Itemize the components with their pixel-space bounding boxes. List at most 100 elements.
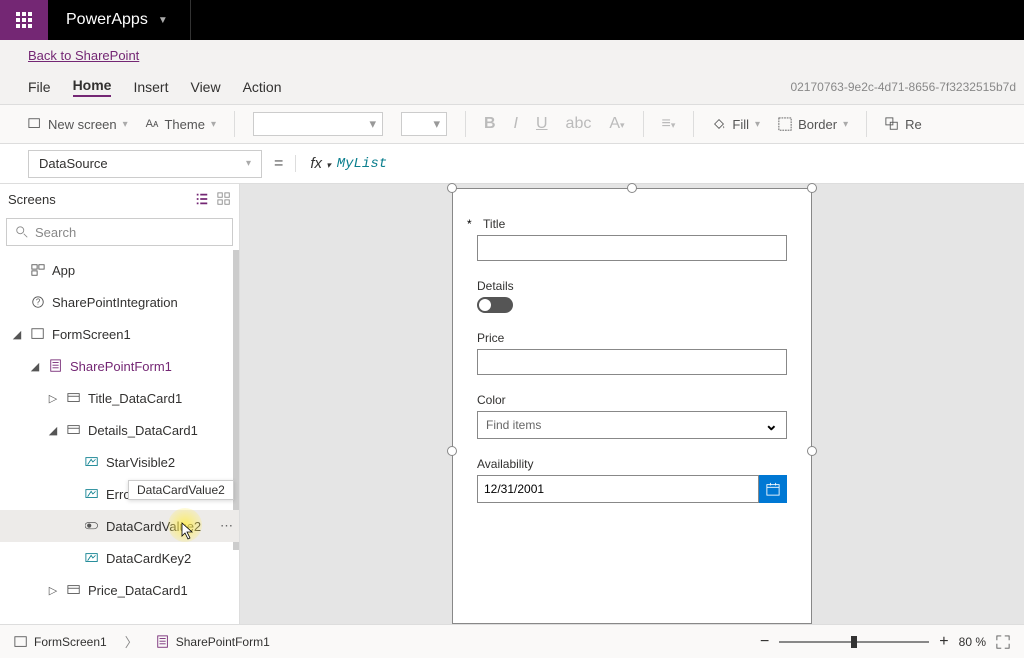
property-dropdown[interactable]: DataSource ▾	[28, 150, 262, 178]
resize-handle[interactable]	[447, 183, 457, 193]
border-button[interactable]: Border▾	[778, 117, 848, 132]
details-toggle[interactable]	[477, 297, 513, 313]
underline-button[interactable]: U	[536, 115, 548, 133]
new-screen-button[interactable]: New screen ▾	[28, 117, 128, 132]
tree-node-price-datacard[interactable]: ▷ Price_DataCard1	[0, 574, 239, 606]
screens-title: Screens	[8, 192, 56, 207]
menu-view[interactable]: View	[190, 79, 220, 95]
tree-node-sharepointform[interactable]: ◢ SharePointForm1	[0, 350, 239, 382]
chevron-down-icon: ⌄	[765, 415, 778, 435]
screens-tree: App ? SharePointIntegration ◢ FormScreen…	[0, 250, 239, 624]
datacard-icon	[66, 583, 82, 597]
border-icon	[778, 117, 792, 131]
title-input[interactable]	[477, 235, 787, 261]
chevron-down-icon: ▾	[246, 158, 251, 169]
list-view-icon[interactable]	[195, 192, 209, 206]
reorder-label: Re	[905, 117, 922, 132]
fit-screen-icon[interactable]	[996, 635, 1010, 649]
screen-icon	[30, 327, 46, 341]
fill-button[interactable]: Fill▾	[712, 117, 760, 132]
price-input[interactable]	[477, 349, 787, 375]
expand-icon[interactable]: ▷	[46, 392, 60, 405]
divider	[866, 111, 867, 137]
availability-date-picker[interactable]	[477, 475, 787, 503]
tree-node-datacardvalue[interactable]: DataCardValue2 ⋯	[0, 510, 239, 542]
tree-label: DataCardKey2	[106, 551, 191, 566]
menu-home[interactable]: Home	[73, 77, 112, 97]
resize-handle[interactable]	[627, 183, 637, 193]
breadcrumb-formscreen[interactable]: FormScreen1	[14, 635, 107, 649]
waffle-icon	[16, 12, 32, 28]
chevron-down-icon: ▾	[123, 119, 128, 130]
italic-button[interactable]: I	[514, 115, 518, 133]
datacard-icon	[66, 391, 82, 405]
tree-label: Details_DataCard1	[88, 423, 198, 438]
strikethrough-button[interactable]: abc	[566, 115, 592, 133]
chevron-down-icon: ▼	[158, 15, 168, 26]
tree-node-sharepoint-integration[interactable]: ? SharePointIntegration	[0, 286, 239, 318]
tree-node-starvisible[interactable]: StarVisible2	[0, 446, 239, 478]
font-picker[interactable]: ▾	[253, 112, 383, 136]
zoom-slider[interactable]	[779, 641, 929, 643]
expand-icon[interactable]: ◢	[10, 328, 24, 341]
expand-icon[interactable]: ▷	[46, 584, 60, 597]
tree-label: App	[52, 263, 75, 278]
menu-action[interactable]: Action	[243, 79, 282, 95]
required-asterisk: *	[467, 217, 472, 231]
breadcrumb-sharepointform[interactable]: SharePointForm1	[156, 635, 270, 649]
theme-icon: Aᴀ	[146, 118, 159, 130]
align-button[interactable]: ≡▾	[662, 115, 676, 133]
fx-icon[interactable]: fx ▾	[310, 155, 330, 172]
resize-handle[interactable]	[807, 183, 817, 193]
tree-node-errormessage[interactable]: ErrorM DataCardValue2	[0, 478, 239, 510]
menu-insert[interactable]: Insert	[133, 79, 168, 95]
tree-node-title-datacard[interactable]: ▷ Title_DataCard1	[0, 382, 239, 414]
back-to-sharepoint-link[interactable]: Back to SharePoint	[28, 48, 139, 63]
bold-button[interactable]: B	[484, 115, 496, 133]
calendar-icon[interactable]	[759, 475, 787, 503]
font-size-picker[interactable]: ▾	[401, 112, 447, 136]
tree-search-input[interactable]: Search	[6, 218, 233, 246]
screen-icon	[14, 635, 28, 649]
zoom-controls: − + 80 %	[760, 633, 1010, 651]
theme-button[interactable]: Aᴀ Theme ▾	[146, 117, 216, 132]
app-title[interactable]: PowerApps ▼	[48, 11, 186, 29]
divider	[190, 0, 191, 40]
screens-panel-header: Screens	[0, 184, 239, 214]
divider	[465, 111, 466, 137]
resize-handle[interactable]	[447, 446, 457, 456]
menu-file[interactable]: File	[28, 79, 51, 95]
new-screen-label: New screen	[48, 117, 117, 132]
date-input[interactable]	[477, 475, 759, 503]
form-icon	[156, 635, 170, 649]
divider	[643, 111, 644, 137]
tree-node-formscreen[interactable]: ◢ FormScreen1	[0, 318, 239, 350]
zoom-percent-label: 80 %	[959, 635, 986, 649]
resize-handle[interactable]	[807, 446, 817, 456]
search-icon	[15, 225, 29, 239]
formula-input[interactable]: MyList	[337, 156, 387, 172]
expand-icon[interactable]: ◢	[28, 360, 42, 373]
zoom-thumb[interactable]	[851, 636, 857, 648]
tooltip: DataCardValue2	[128, 480, 234, 500]
tree-node-details-datacard[interactable]: ◢ Details_DataCard1	[0, 414, 239, 446]
zoom-out-button[interactable]: −	[760, 633, 769, 651]
reorder-button[interactable]: Re	[885, 117, 922, 132]
title-bar: PowerApps ▼	[0, 0, 1024, 40]
equals-label: =	[274, 155, 283, 173]
color-combobox[interactable]: Find items ⌄	[477, 411, 787, 439]
tree-node-datacardkey[interactable]: DataCardKey2	[0, 542, 239, 574]
design-canvas[interactable]: * Title Details Price Color Find items ⌄…	[240, 184, 1024, 624]
more-options-button[interactable]: ⋯	[220, 518, 233, 534]
tree-node-app[interactable]: App	[0, 254, 239, 286]
expand-icon[interactable]: ◢	[46, 424, 60, 437]
zoom-in-button[interactable]: +	[939, 633, 948, 651]
thumbnail-view-icon[interactable]	[217, 192, 231, 206]
crumb-label: SharePointForm1	[176, 635, 270, 649]
theme-label: Theme	[164, 117, 204, 132]
app-launcher-button[interactable]	[0, 0, 48, 40]
field-label-price: Price	[477, 331, 787, 345]
menu-bar: File Home Insert View Action 02170763-9e…	[0, 70, 1024, 104]
form-preview[interactable]: * Title Details Price Color Find items ⌄…	[452, 188, 812, 624]
font-color-button[interactable]: A▾	[609, 115, 624, 133]
